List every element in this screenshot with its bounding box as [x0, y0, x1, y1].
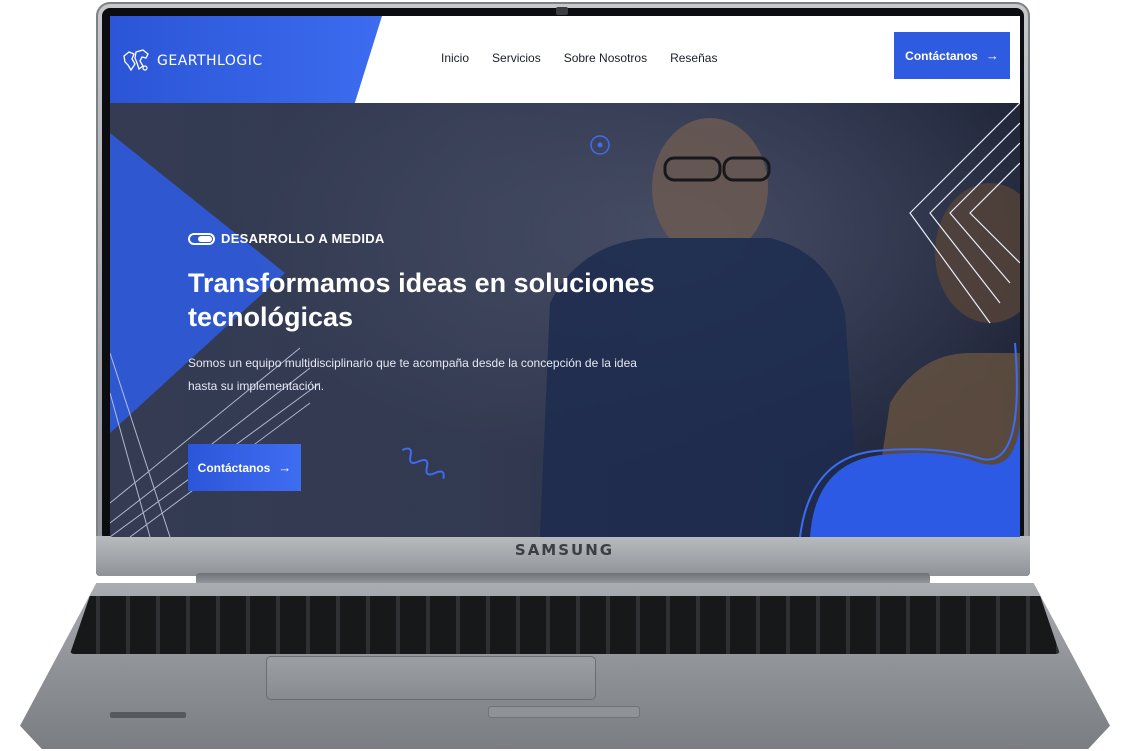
- nav-link-resenas[interactable]: Reseñas: [670, 51, 717, 65]
- arrow-right-icon: →: [278, 460, 292, 475]
- squiggle-decoration: [401, 447, 445, 479]
- nav-link-inicio[interactable]: Inicio: [441, 51, 469, 65]
- site-logo[interactable]: GEARTHLOGIC: [121, 46, 263, 76]
- logo-text: GEARTHLOGIC: [157, 53, 263, 69]
- keyboard: [70, 596, 1060, 654]
- hero-contact-label: Contáctanos: [197, 460, 271, 475]
- webcam: [556, 7, 568, 15]
- nav-contact-label: Contáctanos: [905, 48, 978, 63]
- nav-link-servicios[interactable]: Servicios: [492, 51, 541, 65]
- card-slot: [110, 712, 186, 718]
- hero-content: DESARROLLO A MEDIDA Transformamos ideas …: [188, 231, 708, 398]
- hero-eyebrow: DESARROLLO A MEDIDA: [188, 231, 708, 246]
- nav-contact-button[interactable]: Contáctanos →: [894, 32, 1010, 79]
- world-map-icon: [123, 49, 149, 72]
- front-latch: [488, 706, 640, 718]
- laptop-brand-label: SAMSUNG: [514, 541, 615, 559]
- nav-links: Inicio Servicios Sobre Nosotros Reseñas: [441, 51, 717, 65]
- hero-eyebrow-text: DESARROLLO A MEDIDA: [221, 231, 385, 246]
- hero-description: Somos un equipo multidisciplinario que t…: [188, 356, 637, 393]
- hero-contact-button[interactable]: Contáctanos →: [188, 444, 301, 491]
- hero-title: Transformamos ideas en soluciones tecnol…: [188, 268, 655, 332]
- hero-section: DESARROLLO A MEDIDA Transformamos ideas …: [110, 103, 1020, 537]
- laptop-screen: GEARTHLOGIC Inicio Servicios Sobre Nosot…: [110, 16, 1020, 537]
- nav-link-sobre-nosotros[interactable]: Sobre Nosotros: [564, 51, 647, 65]
- arrow-right-icon: →: [985, 48, 999, 63]
- trackpad: [266, 656, 596, 700]
- toggle-icon: [188, 232, 215, 245]
- site-navbar: GEARTHLOGIC Inicio Servicios Sobre Nosot…: [110, 16, 1020, 103]
